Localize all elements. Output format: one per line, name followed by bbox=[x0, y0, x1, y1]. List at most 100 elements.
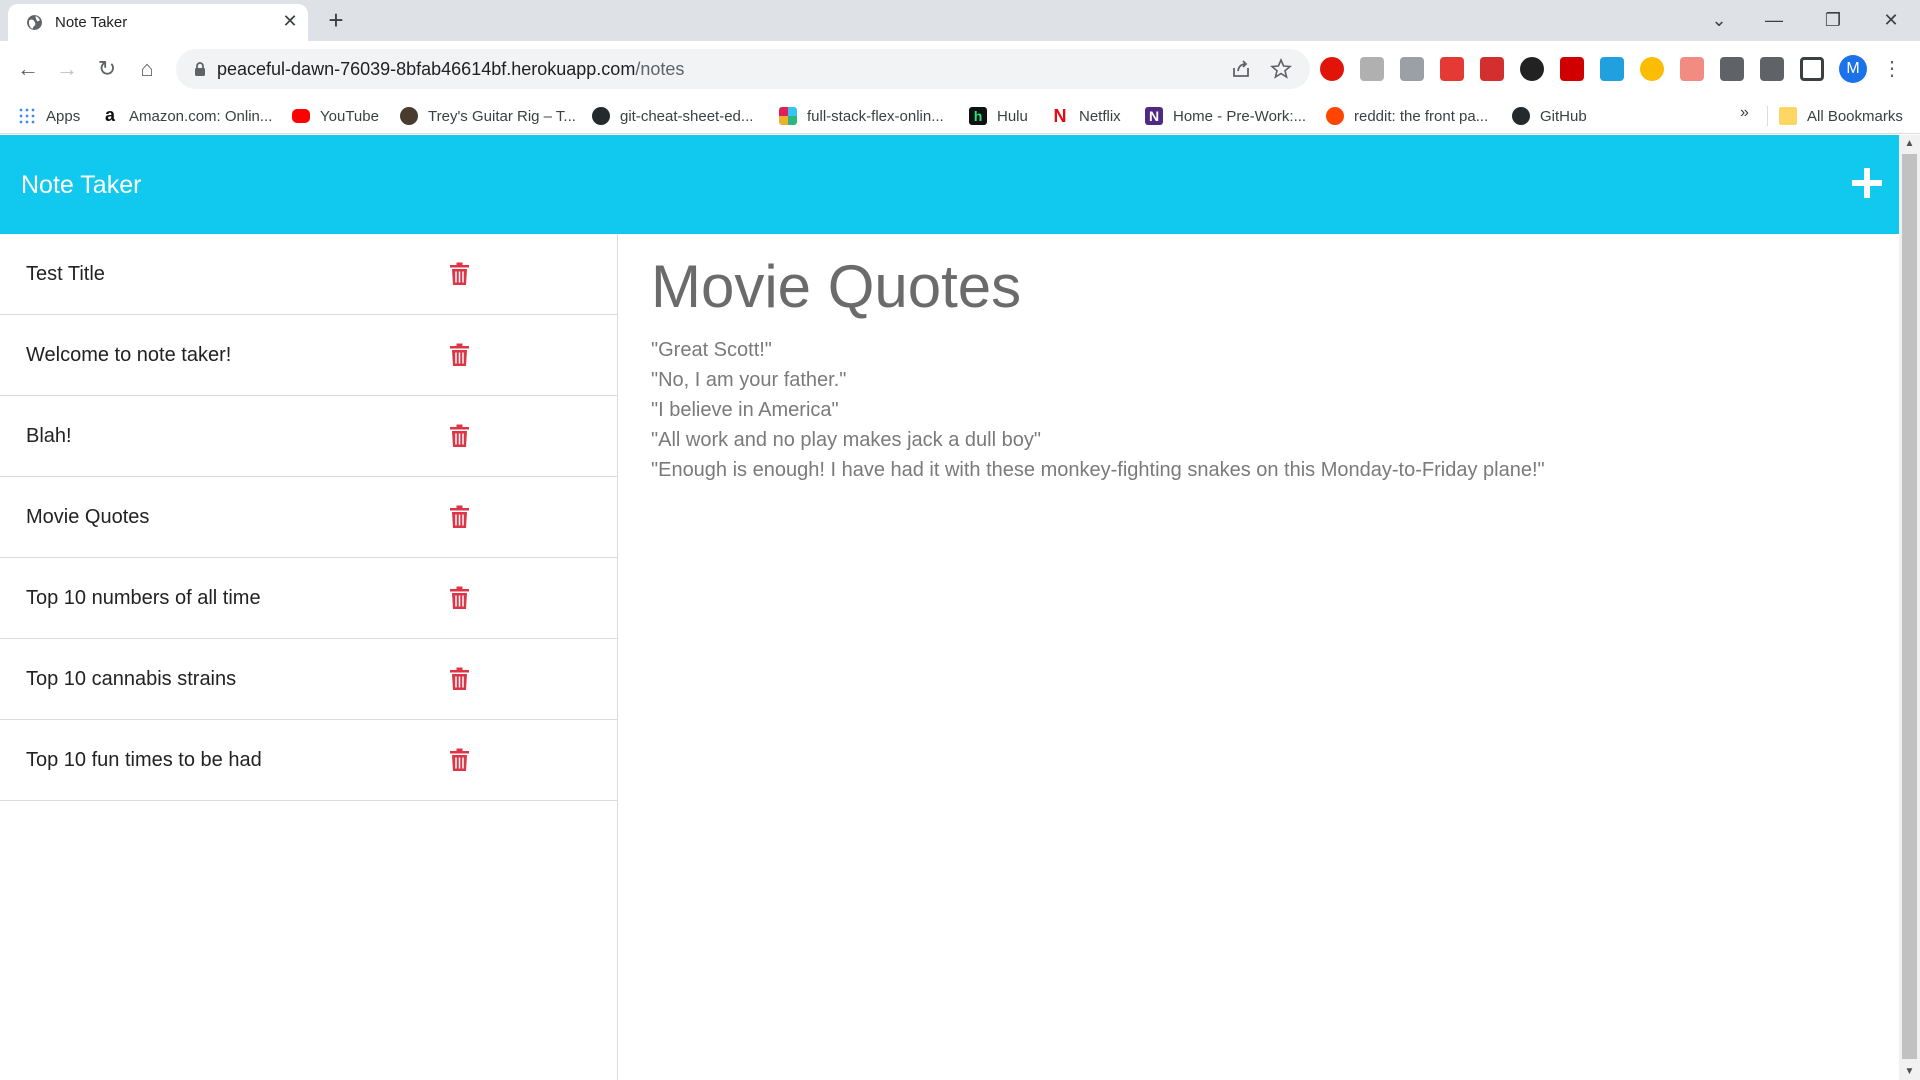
pocket-extension-icon[interactable] bbox=[1480, 57, 1504, 81]
note-list-item[interactable]: Test Title bbox=[0, 234, 617, 315]
new-note-plus-icon[interactable] bbox=[1852, 168, 1882, 198]
note-text-line: "All work and no play makes jack a dull … bbox=[651, 429, 1041, 451]
app-title[interactable]: Note Taker bbox=[21, 171, 141, 200]
bookmark-label: GitHub bbox=[1540, 107, 1587, 125]
guitar-rig-icon bbox=[400, 107, 418, 125]
bookmark-label: Apps bbox=[46, 107, 81, 125]
note-list-item[interactable]: Blah! bbox=[0, 396, 617, 477]
note-title-input[interactable]: Movie Quotes bbox=[651, 252, 1021, 321]
bookmark-label: Netflix bbox=[1079, 107, 1121, 125]
note-text-line: "No, I am your father." bbox=[651, 369, 847, 391]
reading-list-icon[interactable] bbox=[1760, 57, 1784, 81]
browser-toolbar: ← → ↻ ⌂ peaceful-dawn-76039-8bfab46614bf… bbox=[0, 41, 1920, 98]
trash-icon[interactable] bbox=[449, 667, 470, 691]
bookmark-star-icon[interactable] bbox=[1270, 58, 1292, 80]
note-list-item-title: Movie Quotes bbox=[26, 506, 150, 528]
puzzle-extensions-icon[interactable] bbox=[1720, 57, 1744, 81]
bookmark-home-pre-work[interactable]: N Home - Pre-Work:... bbox=[1145, 104, 1306, 128]
scrollbar-thumb[interactable] bbox=[1902, 154, 1917, 1059]
hulu-icon: h bbox=[969, 107, 987, 125]
back-arrow-icon[interactable]: ← bbox=[12, 53, 44, 85]
trash-icon[interactable] bbox=[449, 748, 470, 772]
home-icon[interactable]: ⌂ bbox=[131, 53, 163, 85]
url-host: peaceful-dawn-76039-8bfab46614bf.herokua… bbox=[217, 59, 636, 79]
bookmark-label: Hulu bbox=[997, 107, 1028, 125]
extension-icon[interactable] bbox=[1640, 57, 1664, 81]
note-list-item-title: Welcome to note taker! bbox=[26, 344, 232, 366]
tab-close-icon[interactable]: ✕ bbox=[280, 11, 300, 31]
github-icon bbox=[1512, 107, 1530, 125]
bookmark-git-cheat-sheet[interactable]: git-cheat-sheet-ed... bbox=[592, 104, 753, 128]
notes-list: Test Title Welcome to note taker! Blah! … bbox=[0, 234, 618, 1080]
all-bookmarks-folder[interactable]: All Bookmarks bbox=[1779, 104, 1903, 128]
bookmark-hulu[interactable]: h Hulu bbox=[969, 104, 1028, 128]
bookmark-label: reddit: the front pa... bbox=[1354, 107, 1489, 125]
note-editor: Movie Quotes "Great Scott!" "No, I am yo… bbox=[619, 234, 1899, 1080]
bookmark-github[interactable]: GitHub bbox=[1512, 104, 1587, 128]
youtube-icon bbox=[292, 109, 310, 123]
bookmark-amazon[interactable]: a Amazon.com: Onlin... bbox=[101, 104, 272, 128]
extension-icon[interactable] bbox=[1600, 57, 1624, 81]
browser-tab[interactable]: Note Taker ✕ bbox=[8, 4, 308, 41]
trash-icon[interactable] bbox=[449, 586, 470, 610]
ublock-extension-icon[interactable] bbox=[1320, 57, 1344, 81]
pdf-extension-icon[interactable] bbox=[1560, 57, 1584, 81]
note-text-line: "I believe in America" bbox=[651, 399, 839, 421]
profile-avatar[interactable]: M bbox=[1839, 55, 1867, 83]
globe-icon bbox=[27, 15, 42, 30]
bookmark-youtube[interactable]: YouTube bbox=[292, 104, 379, 128]
minimize-button[interactable]: — bbox=[1759, 6, 1789, 34]
close-window-button[interactable]: ✕ bbox=[1876, 6, 1906, 34]
tab-search-chevron-icon[interactable]: ⌄ bbox=[1704, 6, 1734, 34]
scroll-up-arrow-icon[interactable]: ▲ bbox=[1899, 135, 1920, 152]
side-panel-icon[interactable] bbox=[1800, 57, 1824, 81]
note-list-item[interactable]: Top 10 fun times to be had bbox=[0, 720, 617, 801]
new-tab-button[interactable]: + bbox=[322, 7, 350, 35]
note-text-area[interactable]: "Great Scott!" "No, I am your father." "… bbox=[651, 335, 1851, 485]
apps-grid-icon bbox=[18, 107, 36, 125]
bookmark-apps[interactable]: Apps bbox=[18, 104, 80, 128]
trash-icon[interactable] bbox=[449, 424, 470, 448]
note-list-item-title: Top 10 numbers of all time bbox=[26, 587, 261, 609]
note-list-item[interactable]: Welcome to note taker! bbox=[0, 315, 617, 396]
trash-icon[interactable] bbox=[449, 343, 470, 367]
bookmarks-divider bbox=[1767, 106, 1768, 126]
extension-icon[interactable] bbox=[1680, 57, 1704, 81]
forward-arrow-icon[interactable]: → bbox=[51, 53, 83, 85]
note-list-item[interactable]: Top 10 cannabis strains bbox=[0, 639, 617, 720]
bookmark-netflix[interactable]: N Netflix bbox=[1051, 104, 1121, 128]
trash-icon[interactable] bbox=[449, 505, 470, 529]
share-icon[interactable] bbox=[1230, 58, 1252, 80]
bookmark-label: full-stack-flex-onlin... bbox=[807, 107, 944, 125]
lock-icon bbox=[195, 62, 205, 76]
menu-kebab-icon[interactable]: ⋮ bbox=[1882, 55, 1902, 83]
url-text: peaceful-dawn-76039-8bfab46614bf.herokua… bbox=[217, 59, 684, 80]
bookmarks-overflow-button[interactable]: » bbox=[1740, 104, 1749, 122]
reddit-icon bbox=[1326, 107, 1344, 125]
restore-button[interactable]: ❐ bbox=[1818, 6, 1848, 34]
amazon-icon: a bbox=[101, 106, 119, 125]
bookmark-full-stack-flex[interactable]: full-stack-flex-onlin... bbox=[779, 104, 944, 128]
note-list-item-title: Top 10 cannabis strains bbox=[26, 668, 237, 690]
css-extension-icon[interactable] bbox=[1400, 57, 1424, 81]
bookmarks-bar: Apps a Amazon.com: Onlin... YouTube Trey… bbox=[0, 98, 1920, 134]
reload-icon[interactable]: ↻ bbox=[91, 53, 123, 85]
note-list-item-title: Test Title bbox=[26, 263, 105, 285]
note-list-item[interactable]: Top 10 numbers of all time bbox=[0, 558, 617, 639]
note-list-item-active[interactable]: Movie Quotes bbox=[0, 477, 617, 558]
bookmark-label: git-cheat-sheet-ed... bbox=[620, 107, 754, 125]
address-bar[interactable]: peaceful-dawn-76039-8bfab46614bf.herokua… bbox=[176, 49, 1310, 89]
tab-title: Note Taker bbox=[55, 14, 128, 31]
bookmark-reddit[interactable]: reddit: the front pa... bbox=[1326, 104, 1488, 128]
shield-extension-icon[interactable] bbox=[1440, 57, 1464, 81]
northwestern-icon: N bbox=[1145, 107, 1163, 125]
trash-icon[interactable] bbox=[449, 262, 470, 286]
extension-icon[interactable] bbox=[1360, 57, 1384, 81]
scroll-down-arrow-icon[interactable]: ▼ bbox=[1899, 1063, 1920, 1080]
page-scrollbar[interactable]: ▲ ▼ bbox=[1899, 135, 1920, 1080]
bookmark-treys-guitar-rig[interactable]: Trey's Guitar Rig – T... bbox=[400, 104, 576, 128]
bookmark-label: YouTube bbox=[320, 107, 379, 125]
bookmark-label: Trey's Guitar Rig – T... bbox=[428, 107, 576, 125]
extension-icon[interactable] bbox=[1520, 57, 1544, 81]
folder-icon bbox=[1779, 107, 1797, 125]
